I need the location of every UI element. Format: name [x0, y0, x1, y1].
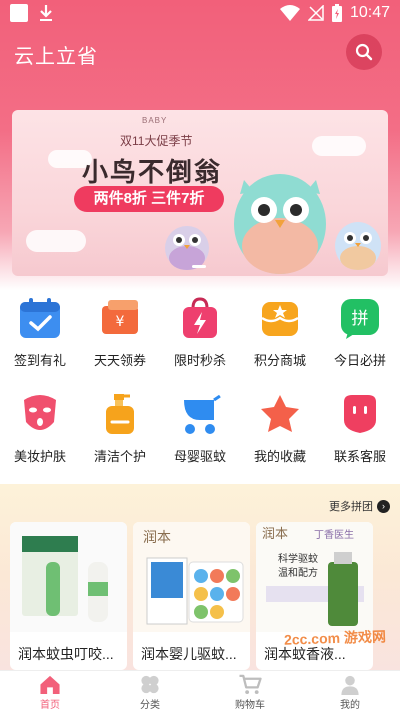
svg-text:温和配方: 温和配方 — [278, 566, 318, 579]
calendar-check-icon — [20, 298, 60, 338]
small-blue-owl-toy-image — [335, 222, 381, 270]
svg-text:¥: ¥ — [116, 314, 125, 330]
tab-cart[interactable]: 购物车 — [200, 671, 300, 711]
category-label: 清洁个护 — [93, 449, 146, 464]
svg-text:润本: 润本 — [262, 527, 288, 542]
category-sign-in[interactable]: 签到有礼 — [0, 290, 80, 386]
banner-tag: BABY — [142, 116, 168, 125]
category-points-mall[interactable]: 积分商城 — [240, 290, 320, 386]
banner-promo-pill: 两件8折 三件7折 — [74, 186, 224, 212]
bottom-tab-bar: 首页 分类 购物车 我的 — [0, 670, 400, 711]
banner-title: 小鸟不倒翁 — [82, 157, 223, 187]
svg-text:拼: 拼 — [352, 309, 369, 329]
tab-category[interactable]: 分类 — [100, 671, 200, 711]
category-customer-service[interactable]: 联系客服 — [320, 386, 400, 482]
product-name: 润本蚊虫叮咬... — [18, 646, 114, 662]
star-icon — [261, 395, 299, 432]
svg-text:丁香医生: 丁香医生 — [314, 528, 354, 541]
small-purple-owl-toy-image — [165, 226, 209, 270]
category-cleaning[interactable]: 清洁个护 — [80, 386, 160, 482]
bottle-icon — [106, 394, 134, 434]
cloud-decoration — [26, 230, 86, 252]
category-label: 天天领券 — [93, 353, 146, 368]
product-name: 润本婴儿驱蚊... — [141, 646, 237, 662]
status-bar: 10:47 — [0, 0, 400, 28]
category-label: 联系客服 — [333, 449, 386, 464]
watermark: 2cc.com 游戏网 — [283, 628, 387, 648]
tab-label: 购物车 — [235, 700, 265, 711]
category-coupon[interactable]: ¥ 天天领券 — [80, 290, 160, 386]
home-icon — [40, 675, 60, 695]
category-beauty[interactable]: 美妆护肤 — [0, 386, 80, 482]
category-group-today[interactable]: 拼 今日必拼 — [320, 290, 400, 386]
tab-me[interactable]: 我的 — [300, 671, 400, 711]
coupon-icon: ¥ — [102, 300, 138, 334]
svg-text:润本: 润本 — [143, 530, 171, 546]
banner-subtitle: 双11大促季节 — [120, 134, 193, 148]
download-icon — [40, 5, 52, 21]
tab-label: 我的 — [340, 700, 360, 711]
promo-banner[interactable]: BABY 双11大促季节 小鸟不倒翁 两件8折 三件7折 — [12, 110, 388, 276]
battery-charging-icon — [331, 4, 342, 22]
category-grid: 签到有礼 ¥ 天天领券 限时秒杀 积分商城 拼 今日必拼 美妆护肤 清洁个护 母… — [0, 290, 400, 482]
more-group-buy-label: 更多拼团 — [329, 501, 373, 513]
product-image — [10, 522, 127, 632]
search-icon — [355, 43, 373, 61]
tab-label: 首页 — [40, 700, 60, 711]
category-label: 积分商城 — [253, 353, 306, 368]
category-baby-mosquito[interactable]: 母婴驱蚊 — [160, 386, 240, 482]
product-card[interactable]: 润本蚊虫叮咬... — [10, 522, 127, 670]
product-image: 润本 — [133, 522, 250, 632]
wifi-icon — [279, 5, 300, 21]
pin-icon: 拼 — [341, 299, 379, 339]
category-label: 美妆护肤 — [13, 449, 66, 464]
big-teal-owl-toy-image — [234, 174, 326, 274]
notification-icon — [10, 4, 28, 22]
clover-icon — [141, 675, 159, 694]
more-group-buy-link[interactable]: 更多拼团 › — [329, 498, 390, 514]
category-label: 签到有礼 — [13, 353, 66, 368]
svg-text:科学驱蚊: 科学驱蚊 — [278, 552, 318, 565]
category-label: 母婴驱蚊 — [173, 449, 226, 464]
tab-home[interactable]: 首页 — [0, 671, 100, 711]
product-image: 润本 丁香医生 科学驱蚊 温和配方 — [256, 522, 373, 632]
chevron-right-icon: › — [377, 499, 390, 513]
clock: 10:47 — [349, 4, 390, 21]
user-icon — [341, 675, 359, 695]
category-flash-sale[interactable]: 限时秒杀 — [160, 290, 240, 386]
banner-dot-active — [192, 265, 206, 268]
signal-off-icon — [307, 5, 324, 21]
category-label: 今日必拼 — [333, 353, 386, 368]
star-shop-icon — [261, 302, 299, 336]
search-button[interactable] — [346, 34, 382, 70]
app-title: 云上立省 — [14, 46, 98, 68]
tab-label: 分类 — [140, 700, 160, 711]
banner-pagination — [192, 265, 206, 268]
category-favorites[interactable]: 我的收藏 — [240, 386, 320, 482]
stroller-icon — [184, 394, 221, 434]
cart-icon — [239, 674, 262, 695]
chat-icon — [344, 395, 376, 433]
product-card[interactable]: 润本 润本婴儿驱蚊... — [133, 522, 250, 670]
category-label: 限时秒杀 — [173, 353, 226, 368]
face-mask-icon — [24, 395, 56, 430]
flash-bag-icon — [183, 297, 217, 338]
category-label: 我的收藏 — [253, 449, 306, 464]
